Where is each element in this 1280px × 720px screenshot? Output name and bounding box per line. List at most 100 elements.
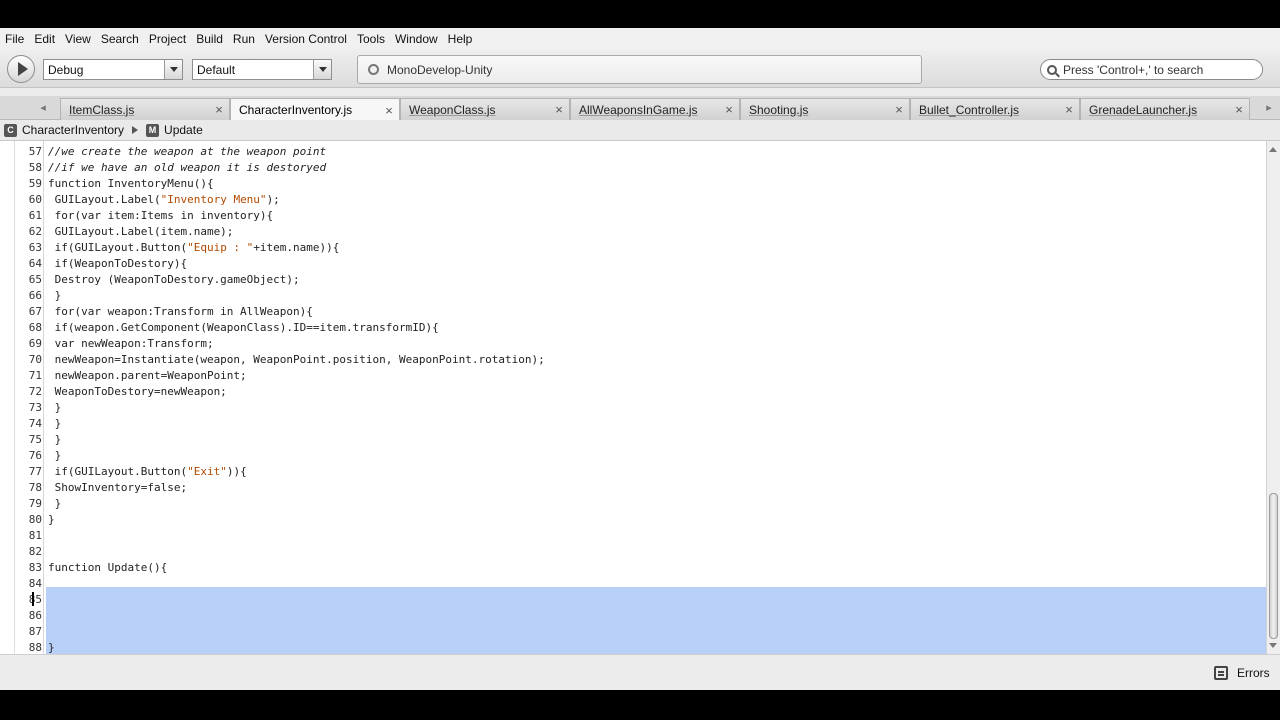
code-editor[interactable]: 57 //we create the weapon at the weapon p… xyxy=(0,141,1280,667)
run-button[interactable] xyxy=(7,55,35,83)
menu-run[interactable]: Run xyxy=(230,28,258,50)
code-line[interactable]: 80} xyxy=(0,512,1266,528)
code-line[interactable]: 65 Destroy (WeaponToDestory.gameObject); xyxy=(0,272,1266,288)
code-line[interactable]: 62 GUILayout.Label(item.name); xyxy=(0,224,1266,240)
menu-tools[interactable]: Tools xyxy=(354,28,388,50)
text-cursor xyxy=(32,592,34,606)
code-line[interactable]: 68 if(weapon.GetComponent(WeaponClass).I… xyxy=(0,320,1266,336)
menu-search[interactable]: Search xyxy=(98,28,142,50)
line-number: 68 xyxy=(28,321,42,334)
code-line[interactable]: 61 for(var item:Items in inventory){ xyxy=(0,208,1266,224)
code-text: ShowInventory=false; xyxy=(48,481,188,494)
line-number: 66 xyxy=(28,289,42,302)
code-line[interactable]: 66 } xyxy=(0,288,1266,304)
path-class[interactable]: CharacterInventory xyxy=(22,123,124,137)
code-line[interactable]: 82 xyxy=(0,544,1266,560)
code-line[interactable]: 86 xyxy=(0,608,1266,624)
search-input[interactable] xyxy=(1063,62,1253,77)
tab-label: Shooting.js xyxy=(749,102,809,117)
chevron-down-icon[interactable] xyxy=(164,60,182,79)
code-line[interactable]: 64 if(WeaponToDestory){ xyxy=(0,256,1266,272)
scrollbar-thumb[interactable] xyxy=(1269,493,1278,639)
menu-help[interactable]: Help xyxy=(445,28,476,50)
tab-characterinventory[interactable]: CharacterInventory.js × xyxy=(230,98,400,121)
vertical-scrollbar[interactable] xyxy=(1266,141,1280,654)
menu-window[interactable]: Window xyxy=(392,28,441,50)
configuration-select[interactable]: Debug xyxy=(43,59,183,80)
line-number: 85 xyxy=(28,593,42,606)
code-line[interactable]: 76 } xyxy=(0,448,1266,464)
close-icon[interactable]: × xyxy=(211,102,227,117)
chevron-down-icon[interactable] xyxy=(313,60,331,79)
code-line[interactable]: 73 } xyxy=(0,400,1266,416)
code-line[interactable]: 70 newWeapon=Instantiate(weapon, WeaponP… xyxy=(0,352,1266,368)
document-tabs: ◂ ItemClass.js × CharacterInventory.js ×… xyxy=(0,96,1280,121)
code-text: } xyxy=(48,449,62,462)
scroll-up-icon[interactable] xyxy=(1269,147,1277,152)
line-number: 58 xyxy=(28,161,42,174)
code-line[interactable]: 69 var newWeapon:Transform; xyxy=(0,336,1266,352)
search-icon xyxy=(1047,64,1057,75)
code-line[interactable]: 81 xyxy=(0,528,1266,544)
code-lines[interactable]: 57 //we create the weapon at the weapon p… xyxy=(0,144,1266,656)
code-line[interactable]: 72 WeaponToDestory=newWeapon; xyxy=(0,384,1266,400)
code-line[interactable]: 59 function InventoryMenu(){ xyxy=(0,176,1266,192)
code-line[interactable]: 84 xyxy=(0,576,1266,592)
code-text: } xyxy=(48,401,62,414)
tab-allweaponsingame[interactable]: AllWeaponsInGame.js × xyxy=(570,98,740,120)
tab-label: WeaponClass.js xyxy=(409,102,496,117)
line-number: 61 xyxy=(28,209,42,222)
menu-edit[interactable]: Edit xyxy=(31,28,58,50)
menu-project[interactable]: Project xyxy=(146,28,189,50)
line-number: 70 xyxy=(28,353,42,366)
close-icon[interactable]: × xyxy=(891,102,907,117)
target-select[interactable]: Default xyxy=(192,59,332,80)
code-line[interactable]: 63 if(GUILayout.Button("Equip : "+item.n… xyxy=(0,240,1266,256)
close-icon[interactable]: × xyxy=(721,102,737,117)
code-line[interactable]: 74 } xyxy=(0,416,1266,432)
chevron-right-icon xyxy=(132,126,139,134)
code-line[interactable]: 83 function Update(){ xyxy=(0,560,1266,576)
tab-shooting[interactable]: Shooting.js × xyxy=(740,98,910,120)
close-icon[interactable]: × xyxy=(1231,102,1247,117)
line-number: 84 xyxy=(28,577,42,590)
tab-weaponclass[interactable]: WeaponClass.js × xyxy=(400,98,570,120)
tab-itemclass[interactable]: ItemClass.js × xyxy=(60,98,230,120)
code-line[interactable]: 60 GUILayout.Label("Inventory Menu"); xyxy=(0,192,1266,208)
close-icon[interactable]: × xyxy=(551,102,567,117)
path-member[interactable]: Update xyxy=(164,123,203,137)
code-line[interactable]: 71 newWeapon.parent=WeaponPoint; xyxy=(0,368,1266,384)
close-icon[interactable]: × xyxy=(381,103,397,118)
status-panel: MonoDevelop-Unity xyxy=(357,55,922,84)
code-line[interactable]: 67 for(var weapon:Transform in AllWeapon… xyxy=(0,304,1266,320)
search-box[interactable] xyxy=(1040,59,1263,80)
menu-build[interactable]: Build xyxy=(193,28,226,50)
code-line[interactable]: 85 xyxy=(0,592,1266,608)
code-line[interactable]: 58 //if we have an old weapon it is desto… xyxy=(0,160,1266,176)
tab-bullet-controller[interactable]: Bullet_Controller.js × xyxy=(910,98,1080,120)
code-line[interactable]: 78 ShowInventory=false; xyxy=(0,480,1266,496)
close-icon[interactable]: × xyxy=(1061,102,1077,117)
code-text: Destroy (WeaponToDestory.gameObject); xyxy=(48,273,300,286)
tab-scroll-left-icon[interactable]: ◂ xyxy=(36,101,50,115)
line-number: 67 xyxy=(28,305,42,318)
tab-grenadelauncher[interactable]: GrenadeLauncher.js × xyxy=(1080,98,1250,120)
code-line[interactable]: 77 if(GUILayout.Button("Exit")){ xyxy=(0,464,1266,480)
menu-view[interactable]: View xyxy=(62,28,94,50)
code-line[interactable]: 79 } xyxy=(0,496,1266,512)
scroll-down-icon[interactable] xyxy=(1269,643,1277,648)
line-number: 60 xyxy=(28,193,42,206)
menu-version-control[interactable]: Version Control xyxy=(262,28,350,50)
line-number: 69 xyxy=(28,337,42,350)
line-number: 64 xyxy=(28,257,42,270)
configuration-value: Debug xyxy=(48,62,84,77)
code-line[interactable]: 57 //we create the weapon at the weapon p… xyxy=(0,144,1266,160)
code-line[interactable]: 87 xyxy=(0,624,1266,640)
tab-scroll-right-icon[interactable]: ▸ xyxy=(1262,101,1276,115)
menu-file[interactable]: File xyxy=(2,28,27,50)
errors-button[interactable]: Errors xyxy=(1214,663,1270,683)
code-text: } xyxy=(48,417,62,430)
tab-label: GrenadeLauncher.js xyxy=(1089,102,1198,117)
code-text: } xyxy=(48,433,62,446)
code-line[interactable]: 75 } xyxy=(0,432,1266,448)
